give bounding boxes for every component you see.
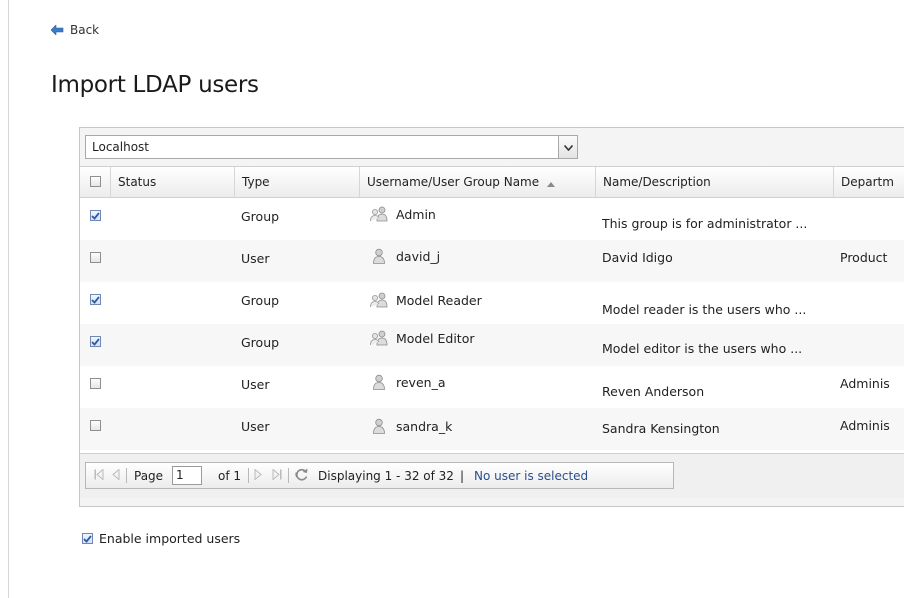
page-of-label: of 1	[218, 468, 242, 483]
type-cell: User	[241, 251, 270, 266]
import-panel: Localhost Status Type Username/User Grou…	[79, 127, 904, 507]
description-cell: Sandra Kensington	[602, 421, 720, 436]
group-icon	[368, 292, 390, 308]
username-cell: Model Reader	[368, 292, 482, 308]
table-row[interactable]: User reven_a Reven Anderson Adminis	[80, 366, 904, 408]
previous-page-button[interactable]	[112, 463, 120, 488]
page-input-wrap: 1	[172, 463, 202, 488]
column-department[interactable]: Departm	[834, 167, 904, 197]
username-label: Admin	[396, 206, 436, 222]
username-cell: david_j	[368, 248, 440, 264]
enable-imported-users-checkbox[interactable]	[82, 533, 93, 544]
next-page-button[interactable]	[254, 463, 262, 488]
grid-toolbar: Page 1 of 1 Displaying 1 - 32 of 32 | No…	[80, 453, 904, 498]
ldap-server-value: Localhost	[92, 140, 150, 154]
sort-ascending-icon	[546, 168, 555, 198]
chevron-down-icon	[563, 136, 573, 158]
type-cell: Group	[241, 335, 280, 350]
description-cell: Reven Anderson	[602, 384, 705, 399]
column-description[interactable]: Name/Description	[596, 167, 834, 197]
row-checkbox[interactable]	[90, 420, 101, 431]
row-checkbox[interactable]	[90, 336, 101, 347]
page-number-input[interactable]: 1	[172, 466, 202, 485]
row-checkbox[interactable]	[90, 294, 101, 305]
previous-page-icon	[112, 467, 120, 483]
display-info: Displaying 1 - 32 of 32	[318, 468, 454, 483]
username-label: Model Editor	[396, 330, 475, 346]
pager-divider	[126, 468, 127, 483]
username-label: Model Reader	[396, 292, 482, 308]
back-arrow-icon	[51, 25, 64, 35]
pager-divider	[248, 468, 249, 483]
user-icon	[368, 248, 390, 264]
column-username[interactable]: Username/User Group Name	[360, 167, 596, 197]
select-all-cell	[80, 167, 111, 197]
row-checkbox[interactable]	[90, 252, 101, 263]
row-checkbox[interactable]	[90, 210, 101, 221]
table-row[interactable]: Group Model Editor Model editor is the use…	[80, 324, 904, 366]
table-row[interactable]: User sandra_k Sandra Kensington Adminis	[80, 408, 904, 450]
type-cell: User	[241, 419, 270, 434]
type-cell: User	[241, 377, 270, 392]
table-row[interactable]: Group Admin This group is for administrato…	[80, 198, 904, 240]
username-cell: Admin	[368, 206, 436, 222]
page: Back Import LDAP users Localhost Status …	[8, 0, 904, 598]
first-page-icon	[94, 467, 104, 483]
users-grid: Status Type Username/User Group Name Nam…	[80, 166, 904, 454]
grid-header: Status Type Username/User Group Name Nam…	[80, 167, 904, 198]
description-cell: David Idigo	[602, 250, 673, 265]
dropdown-button[interactable]	[558, 135, 578, 159]
username-label: david_j	[396, 248, 441, 264]
refresh-button[interactable]	[294, 463, 309, 488]
last-page-button[interactable]	[272, 463, 282, 488]
group-icon	[368, 206, 390, 222]
username-cell: sandra_k	[368, 418, 452, 434]
department-cell: Adminis	[840, 376, 890, 391]
description-cell: This group is for administrator ...	[602, 216, 808, 231]
info-divider: |	[460, 468, 465, 483]
table-row[interactable]: Group Model Reader Model reader is the use…	[80, 282, 904, 324]
username-label: reven_a	[396, 374, 446, 390]
row-checkbox[interactable]	[90, 378, 101, 389]
column-type[interactable]: Type	[235, 167, 360, 197]
user-icon	[368, 374, 390, 390]
username-label: sandra_k	[396, 418, 453, 434]
table-row[interactable]: User david_j David Idigo Product	[80, 240, 904, 282]
ldap-server-select[interactable]: Localhost	[85, 135, 578, 159]
enable-imported-users-label: Enable imported users	[99, 531, 241, 546]
user-icon	[368, 418, 390, 434]
page-label: Page	[134, 468, 164, 483]
selection-status: No user is selected	[474, 468, 589, 483]
refresh-icon	[294, 467, 309, 485]
column-status[interactable]: Status	[111, 167, 235, 197]
group-icon	[368, 330, 390, 346]
pager: Page 1 of 1 Displaying 1 - 32 of 32 | No…	[85, 462, 674, 489]
pager-divider	[288, 468, 289, 483]
back-link[interactable]: Back	[51, 23, 99, 37]
first-page-button[interactable]	[94, 463, 104, 488]
username-cell: Model Editor	[368, 330, 475, 346]
last-page-icon	[272, 467, 282, 483]
column-username-label: Username/User Group Name	[367, 175, 540, 189]
type-cell: Group	[241, 293, 280, 308]
description-cell: Model editor is the users who ...	[602, 341, 803, 356]
enable-imported-users-option[interactable]: Enable imported users	[82, 531, 240, 546]
next-page-icon	[254, 467, 262, 483]
back-label: Back	[70, 23, 100, 37]
department-cell: Product	[840, 250, 888, 265]
type-cell: Group	[241, 209, 280, 224]
page-title: Import LDAP users	[51, 72, 259, 98]
department-cell: Adminis	[840, 418, 890, 433]
description-cell: Model reader is the users who ...	[602, 302, 807, 317]
username-cell: reven_a	[368, 374, 445, 390]
select-all-checkbox[interactable]	[90, 176, 101, 187]
